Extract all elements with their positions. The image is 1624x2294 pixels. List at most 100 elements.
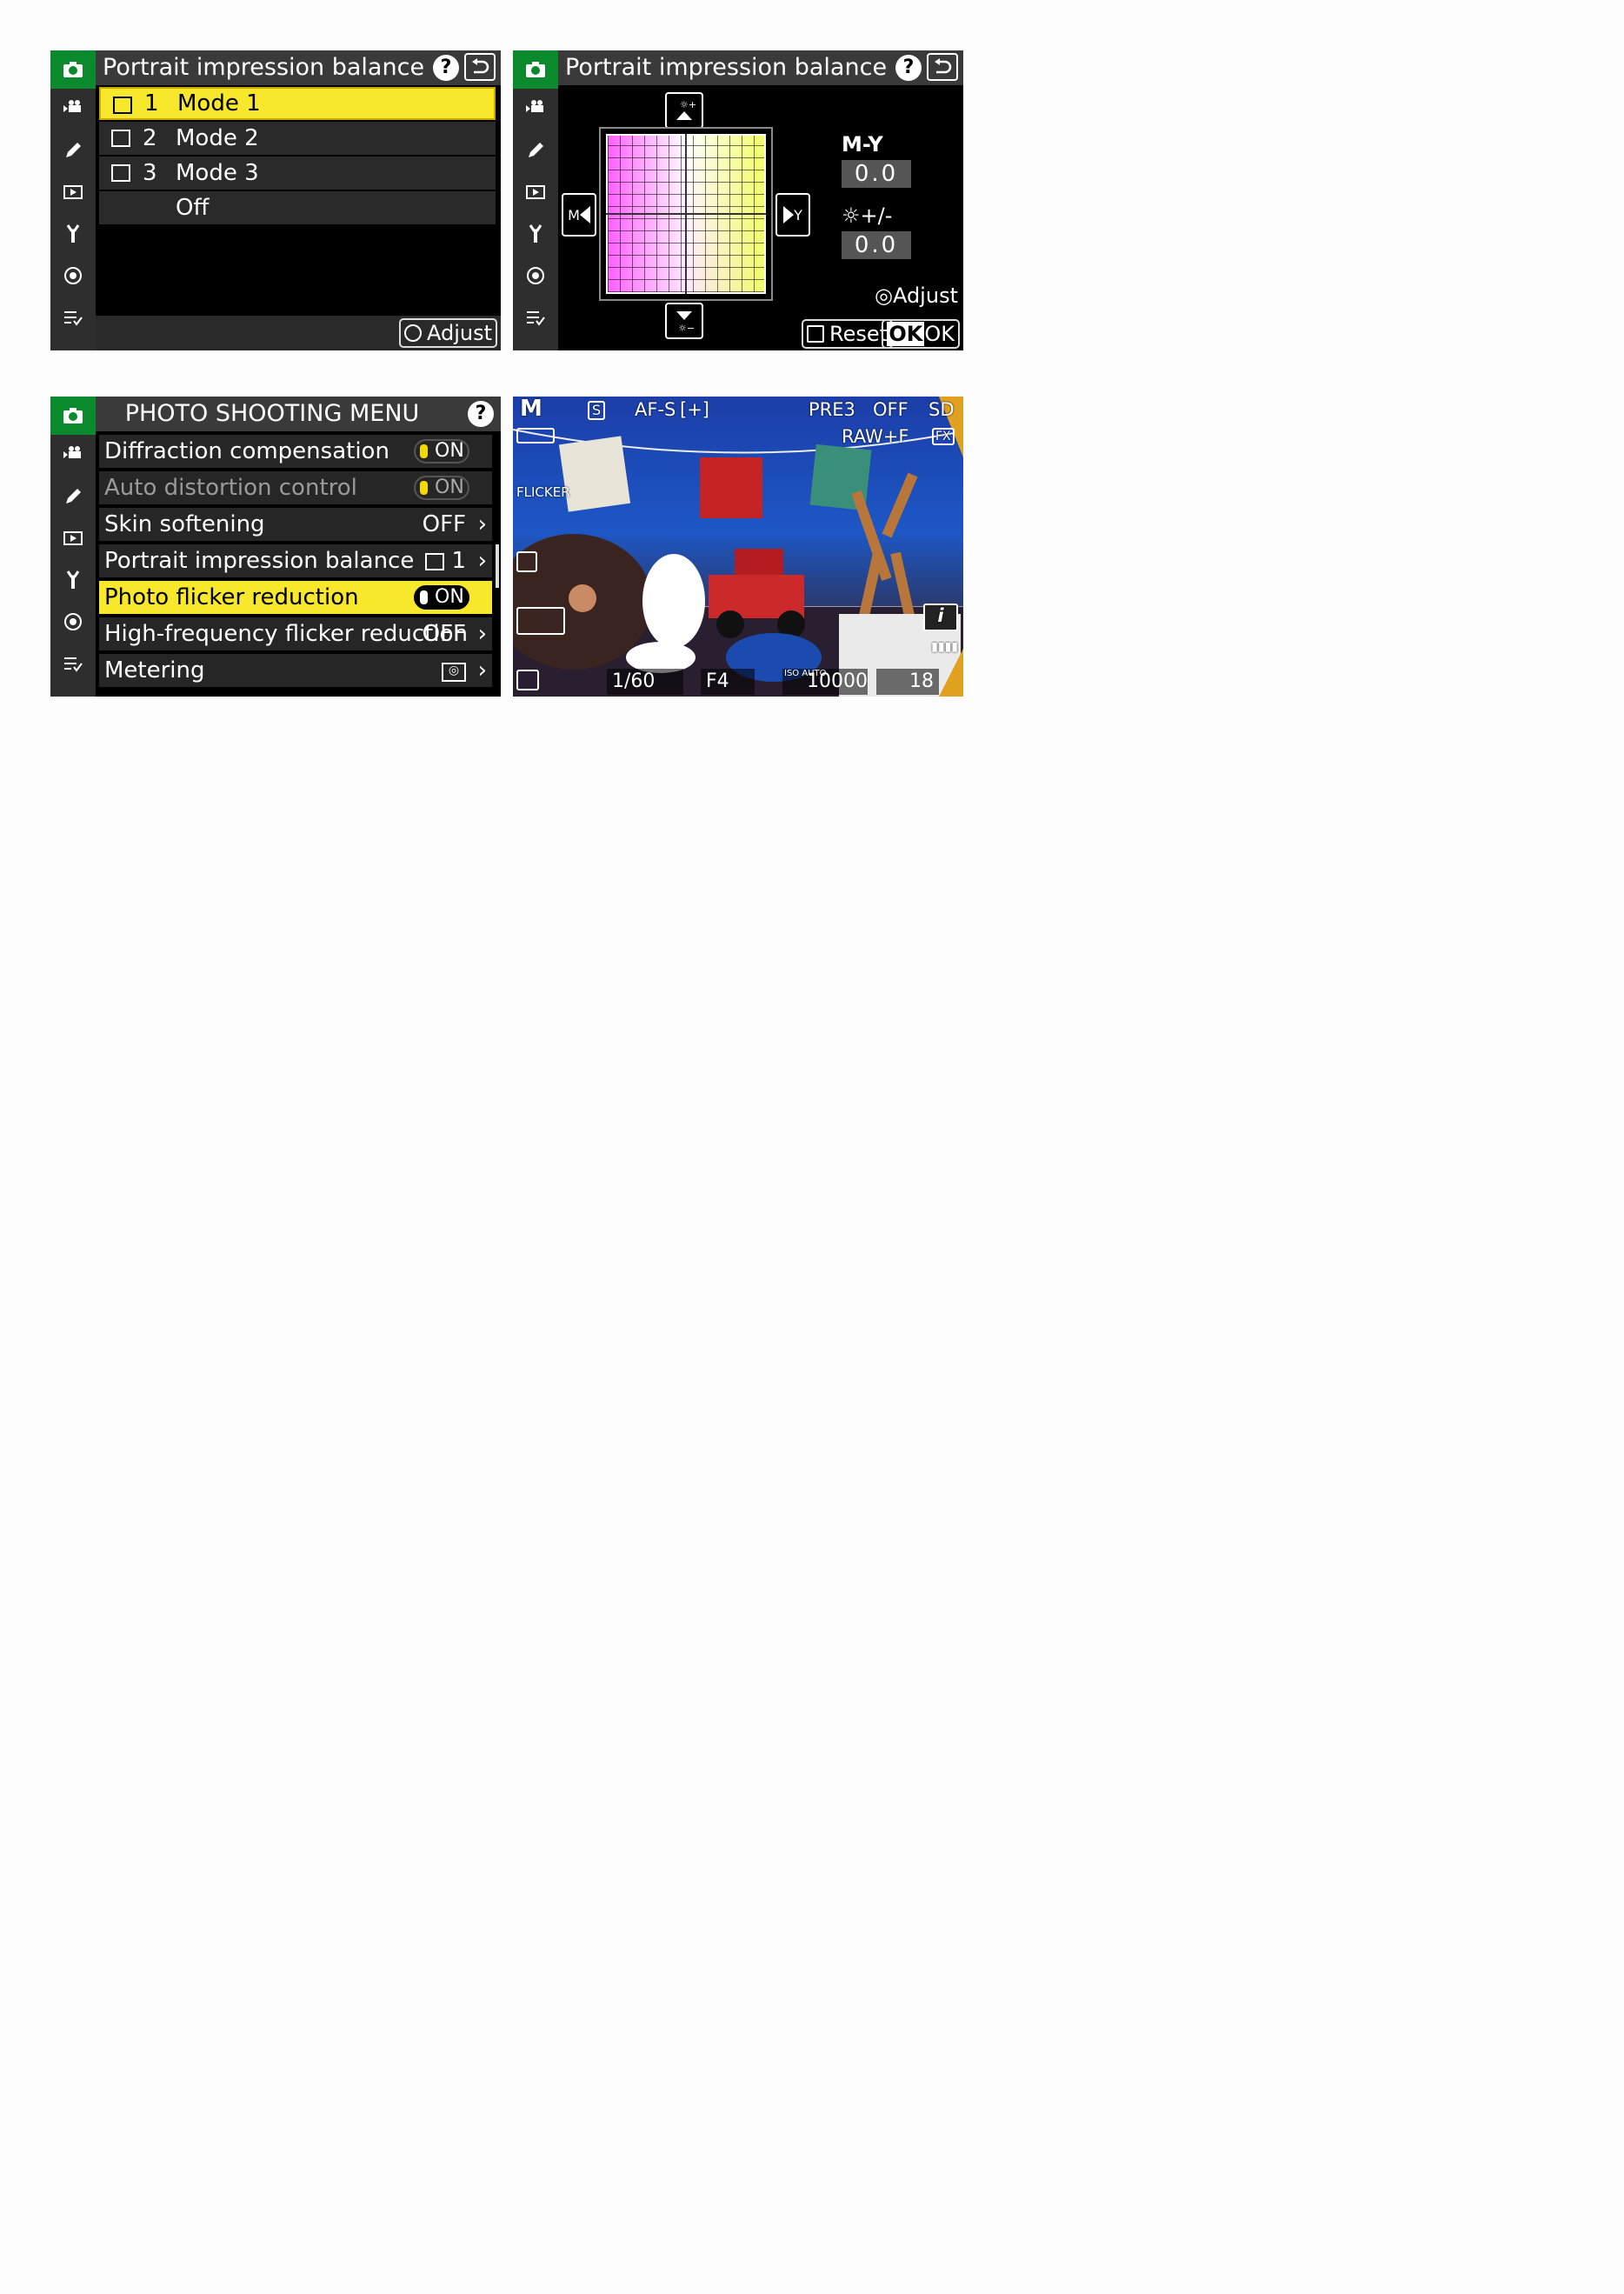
menu-tabs — [50, 50, 96, 350]
mode-3-option[interactable]: 3 Mode 3 — [99, 157, 496, 190]
yellow-label: Y — [794, 206, 802, 223]
tab-network[interactable] — [50, 605, 96, 638]
toggle-switch: ON — [414, 476, 469, 500]
tab-photo-shooting[interactable] — [50, 50, 96, 89]
portrait-balance-icon — [425, 552, 445, 570]
title-bar: Portrait impression balance ? — [558, 50, 963, 85]
menu-item-photo-flicker-reduction[interactable]: Photo flicker reduction ON — [99, 581, 492, 614]
help-icon[interactable]: ? — [895, 55, 922, 81]
ok-button[interactable]: OKOK — [882, 319, 960, 349]
memory-card: SD — [928, 399, 955, 420]
tab-playback[interactable] — [50, 176, 96, 209]
down-triangle-icon: ☼− — [676, 311, 695, 334]
tab-movie[interactable] — [513, 92, 558, 125]
tab-playback[interactable] — [50, 522, 96, 555]
page-title: Portrait impression balance — [103, 54, 425, 81]
brighter-up-button[interactable]: ☼+ — [665, 92, 703, 129]
yellow-right-button[interactable]: Y — [775, 193, 810, 237]
movie-camera-icon — [526, 100, 543, 112]
scrollbar[interactable] — [496, 544, 499, 588]
tab-custom-settings[interactable] — [513, 134, 558, 167]
menu-tabs — [50, 397, 96, 697]
menu-item-value: 1 — [451, 548, 466, 574]
wrench-icon — [529, 224, 542, 243]
help-icon[interactable]: ? — [468, 401, 494, 427]
return-arrow-icon — [935, 58, 952, 74]
info-button[interactable]: i — [923, 604, 958, 631]
darker-down-button[interactable]: ☼− — [665, 303, 703, 339]
adjust-label: Adjust — [892, 283, 958, 308]
tab-photo-shooting[interactable] — [513, 50, 558, 89]
tab-custom-settings[interactable] — [50, 134, 96, 167]
title-bar: Portrait impression balance ? — [96, 50, 501, 85]
svg-text:☼+: ☼+ — [680, 99, 696, 110]
tab-setup[interactable] — [50, 217, 96, 250]
mode-label: Mode 1 — [177, 90, 261, 117]
reset-button[interactable]: Reset — [802, 319, 894, 349]
menu-item-high-frequency-flicker-reduction[interactable]: High-frequency flicker reduction OFF › — [99, 617, 492, 650]
camera-icon — [63, 62, 83, 77]
tab-my-menu[interactable] — [50, 301, 96, 334]
back-button[interactable] — [927, 53, 958, 81]
tab-my-menu[interactable] — [50, 647, 96, 680]
menu-item-label: Diffraction compensation — [104, 438, 389, 464]
chevron-right-icon: › — [477, 657, 487, 684]
mode-1-option[interactable]: 1 Mode 1 — [99, 87, 496, 120]
mode-label: Mode 3 — [176, 160, 259, 186]
metering-mode-icon — [516, 551, 537, 572]
touch-shutter-icon[interactable] — [516, 607, 565, 635]
title-bar: PHOTO SHOOTING MENU ? — [96, 397, 501, 431]
back-button[interactable] — [464, 53, 496, 81]
magenta-label: M — [568, 206, 580, 223]
menu-item-diffraction-compensation[interactable]: Diffraction compensation ON — [99, 435, 492, 468]
page-title: Portrait impression balance — [565, 54, 888, 81]
svg-text:☼−: ☼− — [678, 323, 695, 334]
network-icon — [64, 267, 82, 284]
help-icon[interactable]: ? — [433, 55, 459, 81]
autofocus-icon — [516, 670, 539, 690]
my-menu-icon — [527, 311, 545, 326]
right-triangle-icon — [783, 206, 795, 223]
tab-movie[interactable] — [50, 92, 96, 125]
exposure-mode: M — [520, 397, 542, 422]
off-option[interactable]: Off — [99, 191, 496, 224]
tab-my-menu[interactable] — [513, 301, 558, 334]
magenta-left-button[interactable]: M — [562, 193, 596, 237]
adjust-label: Adjust — [426, 321, 492, 345]
focus-mode: AF-S — [635, 399, 676, 420]
menu-item-label: High-frequency flicker reduction — [104, 621, 468, 647]
my-menu-icon — [64, 311, 83, 326]
tab-custom-settings[interactable] — [50, 480, 96, 513]
tab-setup[interactable] — [513, 217, 558, 250]
tab-photo-shooting[interactable] — [50, 397, 96, 435]
brightness-label: +/- — [860, 203, 893, 228]
toggle-switch[interactable]: ON — [414, 585, 469, 610]
pencil-icon — [66, 489, 81, 503]
brightness-value: 0.0 — [842, 231, 911, 259]
reset-label: Reset — [829, 322, 889, 346]
tab-setup[interactable] — [50, 563, 96, 597]
remaining-frames: 18 — [876, 669, 939, 695]
portrait-balance-icon — [113, 97, 132, 114]
mode-number: 2 — [143, 125, 157, 151]
toggle-switch[interactable]: ON — [414, 439, 469, 463]
image-quality: RAW+F — [842, 426, 909, 447]
mode-label: Off — [176, 195, 210, 221]
flicker-indicator: FLICKER — [516, 484, 570, 500]
tab-playback[interactable] — [513, 176, 558, 209]
tab-movie[interactable] — [50, 438, 96, 471]
menu-item-portrait-impression-balance[interactable]: Portrait impression balance 1 › — [99, 544, 492, 577]
menu-item-skin-softening[interactable]: Skin softening OFF › — [99, 508, 492, 541]
tab-network[interactable] — [50, 259, 96, 292]
menu-item-metering[interactable]: Metering ◎ › — [99, 654, 492, 687]
movie-camera-icon — [63, 100, 81, 112]
tab-network[interactable] — [513, 259, 558, 292]
menu-item-label: Auto distortion control — [104, 475, 357, 501]
camera-icon — [63, 408, 83, 423]
mode-2-option[interactable]: 2 Mode 2 — [99, 122, 496, 155]
brightness-label-wrap: ☼+/- — [842, 203, 892, 228]
wrench-icon — [66, 570, 80, 589]
active-d-lighting: OFF — [873, 399, 909, 420]
m-y-value: 0.0 — [842, 160, 911, 188]
playback-icon — [63, 531, 83, 545]
